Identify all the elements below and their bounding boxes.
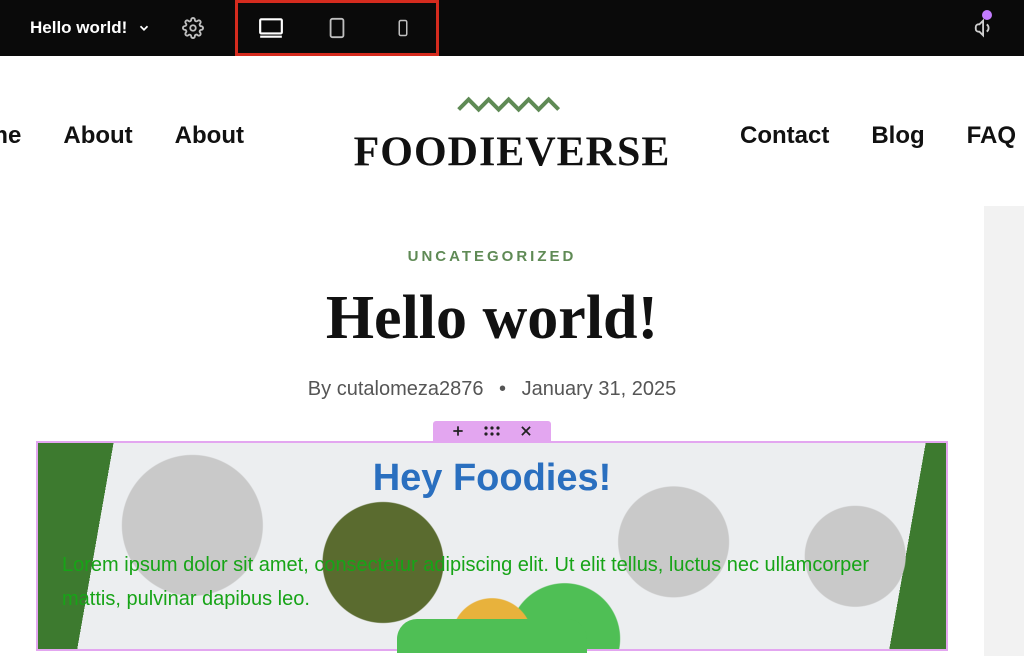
brand-block: FOODIEVERSE [354, 96, 671, 177]
announcements-button[interactable] [960, 0, 1008, 56]
post-title[interactable]: Hello world! [0, 283, 984, 354]
gear-icon [182, 17, 204, 39]
settings-button[interactable] [169, 0, 217, 56]
notification-dot-icon [982, 10, 992, 20]
zigzag-icon [457, 96, 567, 114]
document-title: Hello world! [30, 18, 127, 38]
add-block-button[interactable] [451, 423, 465, 441]
hero-heading[interactable]: Hey Foodies! [373, 457, 612, 500]
post-date: January 31, 2025 [522, 378, 677, 400]
nav-item-faq[interactable]: FAQ [967, 122, 1016, 150]
plus-icon [451, 424, 465, 438]
nav-item-blog[interactable]: Blog [871, 122, 924, 150]
nav-item-home[interactable]: ome [0, 122, 21, 150]
primary-nav-left: ome About About [0, 122, 244, 150]
close-icon [519, 424, 533, 438]
selected-block[interactable]: Hey Foodies! Lorem ipsum dolor sit amet,… [36, 441, 948, 651]
nav-item-contact[interactable]: Contact [740, 122, 829, 150]
post-byline: By cutalomeza2876 • January 31, 2025 [0, 378, 984, 401]
document-switcher[interactable]: Hello world! [0, 0, 169, 56]
by-prefix: By [308, 378, 337, 400]
editor-topbar: Hello world! [0, 0, 1024, 56]
site-title[interactable]: FOODIEVERSE [354, 129, 671, 177]
mobile-preview-button[interactable] [370, 0, 436, 56]
chevron-down-icon [137, 21, 151, 35]
responsive-preview-group [235, 0, 439, 56]
tablet-icon [326, 15, 348, 41]
editor-canvas: UNCATEGORIZED Hello world! By cutalomeza… [0, 216, 1024, 651]
tablet-preview-button[interactable] [304, 0, 370, 56]
post-category[interactable]: UNCATEGORIZED [0, 248, 984, 265]
hero-cta-button[interactable] [397, 619, 587, 653]
nav-item-about-2[interactable]: About [175, 122, 244, 150]
megaphone-icon [973, 17, 995, 39]
nav-item-about[interactable]: About [63, 122, 132, 150]
desktop-icon [258, 15, 284, 41]
separator-dot-icon: • [499, 378, 506, 400]
right-gutter [984, 206, 1024, 656]
drag-block-handle[interactable] [483, 423, 501, 441]
remove-block-button[interactable] [519, 423, 533, 441]
primary-nav-right: Contact Blog FAQ [740, 122, 1016, 150]
block-toolbar [433, 421, 551, 443]
mobile-icon [394, 15, 412, 41]
hero-block[interactable]: Hey Foodies! Lorem ipsum dolor sit amet,… [38, 443, 946, 649]
site-header: ome About About FOODIEVERSE Contact Blog… [0, 56, 1024, 216]
desktop-preview-button[interactable] [238, 0, 304, 56]
hero-paragraph[interactable]: Lorem ipsum dolor sit amet, consectetur … [62, 548, 922, 616]
drag-icon [483, 424, 501, 438]
post-author[interactable]: cutalomeza2876 [337, 378, 484, 400]
post-header: UNCATEGORIZED Hello world! By cutalomeza… [0, 248, 984, 401]
